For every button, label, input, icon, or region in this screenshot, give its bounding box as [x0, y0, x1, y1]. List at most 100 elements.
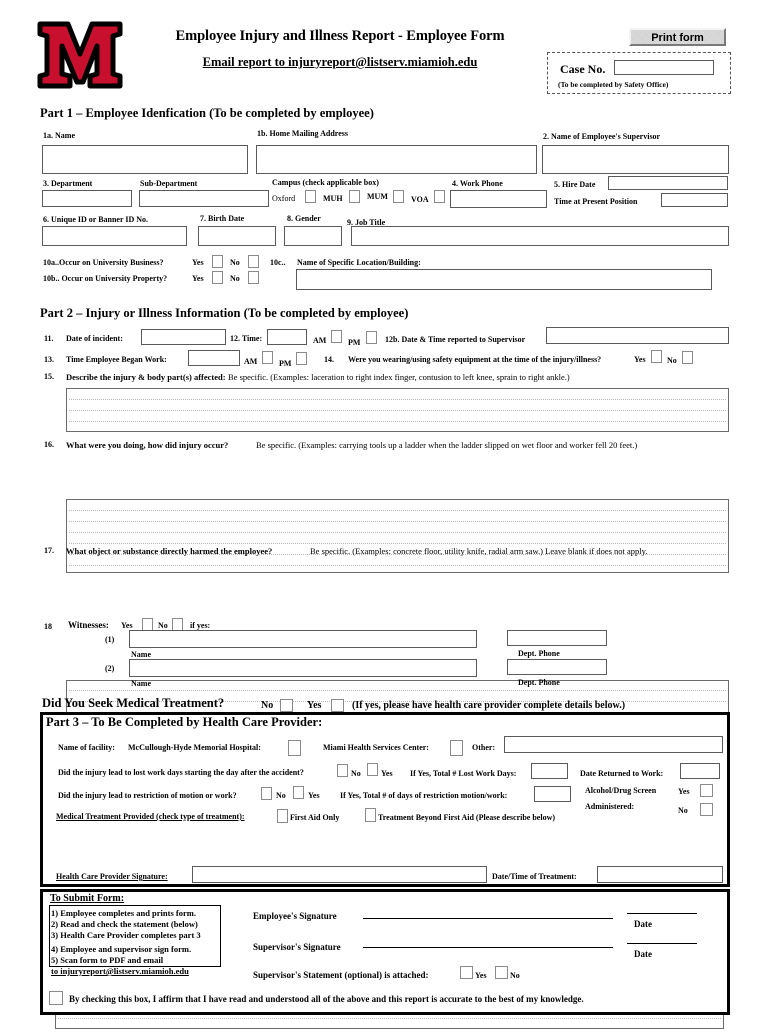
unique-id-input[interactable]: [42, 226, 187, 246]
q16-bold-label: What were you doing, how did injury occu…: [66, 440, 229, 450]
lost-days-no-checkbox[interactable]: [337, 764, 348, 777]
campus-option-muh-checkbox[interactable]: [349, 190, 360, 203]
lost-days-total-input[interactable]: [531, 763, 568, 779]
lost-days-yes-label: Yes: [381, 769, 393, 778]
lost-days-total-label: If Yes, Total # Lost Work Days:: [410, 769, 517, 778]
hire-date-input[interactable]: [608, 176, 728, 190]
facility-option2-checkbox[interactable]: [450, 740, 463, 756]
q10a-no-checkbox[interactable]: [248, 255, 259, 268]
q14-number: 14.: [324, 355, 334, 364]
restriction-yes-checkbox[interactable]: [293, 786, 304, 799]
q10c-label: Name of Specific Location/Building:: [297, 258, 421, 267]
job-title-input[interactable]: [351, 226, 729, 246]
q17-bold-label: What object or substance directly harmed…: [66, 546, 273, 556]
provider-signature-input[interactable]: [192, 866, 487, 883]
submit-step-3: 3) Health Care Provider completes part 3: [51, 930, 201, 940]
reported-datetime-input[interactable]: [546, 327, 729, 344]
q14-label: Were you wearing/using safety equipment …: [348, 355, 602, 364]
q10b-no-checkbox[interactable]: [248, 271, 259, 284]
witness2-name-input[interactable]: [129, 659, 477, 677]
medical-treatment-no-checkbox[interactable]: [280, 699, 293, 712]
supervisor-input[interactable]: [542, 145, 729, 174]
q12-pm-label: PM: [348, 338, 361, 347]
miami-university-m-logo: [34, 20, 126, 92]
campus-option-mum-checkbox[interactable]: [393, 190, 404, 203]
q14-no-label: No: [667, 356, 677, 365]
name-input[interactable]: [42, 145, 248, 174]
facility-option1-checkbox[interactable]: [288, 740, 301, 756]
began-work-time-input[interactable]: [188, 350, 240, 366]
employee-signature-line[interactable]: [363, 918, 613, 919]
name-label: 1a. Name: [43, 131, 75, 140]
form-page: Employee Injury and Illness Report - Emp…: [0, 0, 770, 1029]
q10a-yes-checkbox[interactable]: [212, 255, 223, 268]
first-aid-only-checkbox[interactable]: [277, 809, 288, 823]
print-form-button[interactable]: Print form: [629, 28, 726, 46]
q10a-label: 10a..Occur on University Business?: [43, 258, 164, 267]
gender-input[interactable]: [284, 226, 342, 246]
work-phone-input[interactable]: [450, 190, 547, 208]
witness1-phone-input[interactable]: [507, 630, 607, 646]
q12-pm-checkbox[interactable]: [366, 331, 377, 344]
email-report-link[interactable]: Email report to injuryreport@listserv.mi…: [130, 55, 550, 70]
q13-pm-checkbox[interactable]: [296, 352, 307, 365]
witness1-name-caption: Name: [131, 650, 151, 659]
q10b-yes-checkbox[interactable]: [212, 271, 223, 284]
restriction-no-checkbox[interactable]: [261, 787, 272, 800]
treatment-datetime-input[interactable]: [597, 866, 723, 883]
q15-description-textarea[interactable]: [66, 388, 729, 432]
submit-step-2: 2) Read and check the statement (below): [51, 919, 198, 929]
q13-pm-label: PM: [279, 359, 292, 368]
lost-days-yes-checkbox[interactable]: [367, 763, 378, 776]
birth-date-input[interactable]: [198, 226, 276, 246]
treatment-beyond-first-aid-checkbox[interactable]: [365, 808, 376, 822]
alcohol-screen-yes-checkbox[interactable]: [700, 784, 713, 797]
lost-days-question-label: Did the injury lead to lost work days st…: [58, 768, 304, 777]
supervisor-label: 2. Name of Employee's Supervisor: [543, 132, 661, 141]
department-input[interactable]: [42, 190, 132, 207]
q13-am-checkbox[interactable]: [262, 351, 273, 364]
facility-other-label: Other:: [472, 743, 496, 752]
campus-option-voa-checkbox[interactable]: [434, 190, 445, 203]
supervisor-statement-label: Supervisor's Statement (optional) is att…: [253, 970, 429, 980]
submit-email-address[interactable]: to injuryreport@listserv.miamioh.edu: [51, 966, 189, 976]
supervisor-date-line[interactable]: [627, 943, 697, 944]
alcohol-screen-label-line2: Administered:: [585, 802, 635, 811]
incident-time-input[interactable]: [267, 329, 307, 345]
q16-description-textarea[interactable]: [66, 499, 729, 573]
facility-other-input[interactable]: [504, 736, 723, 753]
home-address-input[interactable]: [256, 145, 537, 174]
q13-am-label: AM: [244, 357, 258, 366]
restriction-total-input[interactable]: [534, 786, 571, 802]
q11-label: Date of incident:: [66, 334, 123, 343]
witnesses-no-label: No: [158, 621, 168, 630]
return-to-work-date-input[interactable]: [680, 763, 720, 779]
campus-option-oxford-checkbox[interactable]: [305, 190, 316, 203]
employee-signature-label: Employee's Signature: [253, 911, 337, 921]
q10c-location-input[interactable]: [296, 269, 712, 290]
first-aid-only-label: First Aid Only: [290, 813, 340, 822]
supervisor-signature-line[interactable]: [363, 947, 613, 948]
department-label: 3. Department: [43, 179, 93, 188]
alcohol-screen-no-label: No: [678, 806, 688, 815]
q12-am-checkbox[interactable]: [331, 330, 342, 343]
hire-date-label: 5. Hire Date: [554, 180, 596, 189]
affirmation-checkbox[interactable]: [49, 991, 63, 1005]
q12-label: 12. Time:: [230, 334, 263, 343]
q14-yes-checkbox[interactable]: [651, 350, 662, 363]
incident-date-input[interactable]: [141, 329, 226, 345]
alcohol-screen-no-checkbox[interactable]: [700, 803, 713, 816]
q18-number: 18: [44, 622, 52, 631]
q10a-no-label: No: [230, 258, 240, 267]
witness1-name-input[interactable]: [129, 630, 477, 648]
q14-no-checkbox[interactable]: [682, 351, 693, 364]
time-present-position-input[interactable]: [661, 193, 728, 207]
witness2-phone-input[interactable]: [507, 659, 607, 675]
case-no-label: Case No.: [560, 62, 606, 76]
medical-treatment-yes-checkbox[interactable]: [331, 699, 344, 712]
subdepartment-input[interactable]: [139, 190, 269, 207]
supervisor-statement-yes-checkbox[interactable]: [460, 966, 473, 979]
supervisor-statement-no-checkbox[interactable]: [495, 966, 508, 979]
employee-date-line[interactable]: [627, 913, 697, 914]
case-no-input[interactable]: [614, 60, 714, 75]
